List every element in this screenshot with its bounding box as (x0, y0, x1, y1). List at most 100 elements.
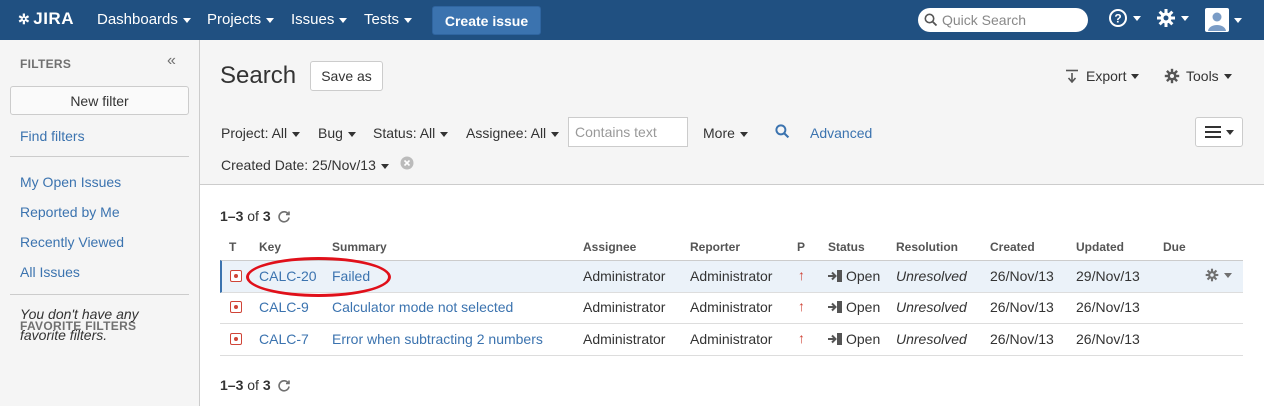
search-results: 1–3 of 3 T Key Summary Assignee Reporter… (200, 185, 1264, 406)
issue-resolution: Unresolved (896, 331, 967, 347)
remove-criteria-icon[interactable] (400, 156, 414, 173)
gear-icon (1157, 9, 1175, 27)
svg-text:?: ? (1114, 12, 1121, 26)
assignee-criteria-label: Assignee: All (466, 125, 547, 141)
search-icon (924, 13, 938, 27)
more-criteria-label: More (703, 125, 735, 141)
column-header-created[interactable]: Created (990, 240, 1035, 254)
column-header-updated[interactable]: Updated (1076, 240, 1124, 254)
column-header-status[interactable]: Status (828, 240, 865, 254)
save-as-button[interactable]: Save as (310, 61, 383, 91)
issue-reporter: Administrator (690, 331, 773, 347)
issue-status-label: Open (846, 268, 881, 284)
column-header-priority[interactable]: P (797, 240, 805, 254)
export-button[interactable]: Export (1065, 68, 1140, 84)
chevron-down-icon (1234, 17, 1242, 23)
chevron-down-icon (339, 17, 348, 23)
status-criteria-label: Status: All (373, 125, 436, 141)
sidebar-item-reported-by-me[interactable]: Reported by Me (20, 204, 120, 220)
chevron-down-icon (1133, 15, 1141, 21)
create-issue-button[interactable]: Create issue (432, 6, 541, 35)
collapse-sidebar-icon[interactable]: « (167, 52, 176, 70)
results-count-total: 3 (262, 208, 271, 224)
favorite-filters-empty-message: You don't have any favorite filters. (20, 306, 139, 343)
help-menu[interactable]: ? (1108, 8, 1141, 28)
sidebar-item-recently-viewed[interactable]: Recently Viewed (20, 234, 124, 250)
find-filters-link[interactable]: Find filters (20, 128, 85, 144)
refresh-icon[interactable] (277, 209, 291, 223)
annotation-ellipse (246, 257, 391, 297)
advanced-search-link[interactable]: Advanced (810, 125, 872, 141)
issue-summary-link[interactable]: Error when subtracting 2 numbers (332, 331, 543, 347)
more-criteria[interactable]: More (703, 125, 748, 141)
issue-summary-link[interactable]: Calculator mode not selected (332, 299, 513, 315)
assignee-criteria[interactable]: Assignee: All (466, 125, 560, 141)
issue-resolution: Unresolved (896, 299, 967, 315)
chevron-down-icon (1223, 73, 1232, 79)
chevron-down-icon (440, 131, 449, 137)
chevron-down-icon (347, 131, 356, 137)
nav-tests[interactable]: Tests (364, 11, 413, 28)
issue-updated: 26/Nov/13 (1076, 299, 1140, 315)
search-button[interactable] (775, 124, 790, 142)
bug-icon (230, 270, 242, 282)
tools-button[interactable]: Tools (1164, 68, 1232, 84)
table-row[interactable]: CALC-9 Calculator mode not selected Admi… (220, 292, 1243, 324)
layout-switcher-button[interactable] (1195, 117, 1243, 147)
export-label: Export (1086, 68, 1127, 84)
nav-projects[interactable]: Projects (207, 11, 275, 28)
filters-heading: FILTERS (20, 57, 72, 71)
search-header: Search Save as Export Tools Project: All… (200, 40, 1264, 185)
created-date-criteria-label: Created Date: 25/Nov/13 (221, 157, 376, 173)
nav-tests-label: Tests (364, 11, 400, 28)
issue-assignee: Administrator (583, 268, 666, 284)
jira-logo-text: JIRA (33, 9, 74, 28)
priority-major-icon: ↑ (798, 267, 805, 283)
nav-dashboards-label: Dashboards (97, 11, 178, 28)
column-header-reporter[interactable]: Reporter (690, 240, 740, 254)
list-icon (1204, 126, 1221, 138)
sidebar-item-all-issues[interactable]: All Issues (20, 264, 80, 280)
column-header-resolution[interactable]: Resolution (896, 240, 958, 254)
column-header-key[interactable]: Key (259, 240, 281, 254)
row-actions-menu[interactable] (1205, 268, 1232, 282)
sidebar-item-my-open-issues[interactable]: My Open Issues (20, 174, 121, 190)
refresh-icon[interactable] (277, 378, 291, 392)
search-icon (775, 124, 790, 139)
project-criteria[interactable]: Project: All (221, 125, 301, 141)
jira-logo[interactable]: ✲ JIRA (18, 9, 74, 29)
issue-updated: 26/Nov/13 (1076, 331, 1140, 347)
column-header-assignee[interactable]: Assignee (583, 240, 636, 254)
nav-issues[interactable]: Issues (291, 11, 348, 28)
issue-key-link[interactable]: CALC-9 (259, 299, 309, 315)
type-criteria-label: Bug (318, 125, 343, 141)
priority-major-icon: ↑ (798, 298, 805, 314)
issue-key-link[interactable]: CALC-7 (259, 331, 309, 347)
chevron-down-icon (1181, 15, 1189, 21)
results-count-of: of (247, 377, 259, 393)
quick-search-input[interactable]: Quick Search (918, 8, 1088, 32)
status-criteria[interactable]: Status: All (373, 125, 449, 141)
chevron-down-icon (380, 163, 389, 169)
help-icon: ? (1109, 9, 1127, 27)
admin-menu[interactable] (1156, 8, 1189, 28)
chevron-down-icon (266, 17, 275, 23)
project-criteria-label: Project: All (221, 125, 288, 141)
nav-dashboards[interactable]: Dashboards (97, 11, 191, 28)
issue-reporter: Administrator (690, 268, 773, 284)
column-header-summary[interactable]: Summary (332, 240, 387, 254)
issue-resolution: Unresolved (896, 268, 967, 284)
created-date-criteria[interactable]: Created Date: 25/Nov/13 (221, 157, 389, 173)
type-criteria[interactable]: Bug (318, 125, 356, 141)
contains-text-input[interactable]: Contains text (568, 117, 688, 147)
column-header-due[interactable]: Due (1163, 240, 1186, 254)
column-header-type[interactable]: T (229, 240, 236, 254)
user-menu[interactable] (1205, 8, 1242, 32)
issue-created: 26/Nov/13 (990, 299, 1054, 315)
bug-icon (230, 301, 242, 313)
new-filter-button[interactable]: New filter (10, 86, 189, 115)
issue-assignee: Administrator (583, 299, 666, 315)
issue-created: 26/Nov/13 (990, 331, 1054, 347)
table-row[interactable]: CALC-7 Error when subtracting 2 numbers … (220, 324, 1243, 356)
chevron-down-icon (182, 17, 191, 23)
